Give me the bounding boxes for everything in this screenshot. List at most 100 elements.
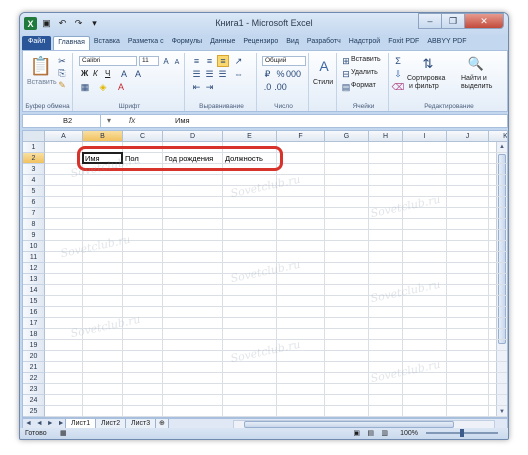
restore-button[interactable]: ❐ [441,13,465,29]
row-header-2[interactable]: 2 [23,153,45,164]
bold-button[interactable]: Ж [81,69,88,78]
grow-font-a-icon[interactable]: A [119,69,129,79]
delete-cells-icon[interactable]: ⊟ [341,69,351,79]
tab-view[interactable]: Вид [282,36,303,50]
row-header-19[interactable]: 19 [23,340,45,351]
format-painter-icon[interactable]: ✎ [57,80,67,90]
row-header-23[interactable]: 23 [23,384,45,395]
wrap-text-icon[interactable]: ≡ [217,55,229,67]
tab-home[interactable]: Главная [53,36,90,50]
row-header-17[interactable]: 17 [23,318,45,329]
fill-color-icon[interactable]: ◈ [97,82,109,92]
tab-addins[interactable]: Надстрой [345,36,384,50]
scroll-up-icon[interactable]: ▲ [497,142,507,152]
row-header-10[interactable]: 10 [23,241,45,252]
row-header-7[interactable]: 7 [23,208,45,219]
tab-foxit-pdf[interactable]: Foxit PDF [384,36,423,50]
row-header-15[interactable]: 15 [23,296,45,307]
currency-icon[interactable]: ₽ [262,69,273,79]
italic-button[interactable]: К [93,69,98,78]
normal-view-icon[interactable]: ▣ [353,428,360,439]
paste-icon[interactable]: 📋 [29,55,53,77]
zoom-slider-knob[interactable] [460,429,464,437]
format-cells-label[interactable]: Формат [351,82,376,89]
column-header-g[interactable]: G [325,131,369,142]
row-header-12[interactable]: 12 [23,263,45,274]
row-header-5[interactable]: 5 [23,186,45,197]
minimize-button[interactable]: – [418,13,442,29]
underline-button[interactable]: Ч [105,69,110,78]
paste-label[interactable]: Вставить [27,79,57,86]
find-select-icon[interactable]: 🔍 [467,55,485,73]
tab-file[interactable]: Файл [22,36,52,50]
shrink-font-a-icon[interactable]: A [133,69,143,79]
column-header-j[interactable]: J [447,131,489,142]
filter-label[interactable]: и фильтр [409,83,439,90]
insert-cells-label[interactable]: Вставить [351,56,381,63]
increase-indent-icon[interactable]: ⇥ [204,82,215,92]
close-button[interactable]: ✕ [464,13,504,29]
zoom-level[interactable]: 100% [400,428,418,439]
row-header-9[interactable]: 9 [23,230,45,241]
styles-icon[interactable]: A [315,57,333,75]
column-header-a[interactable]: A [45,131,83,142]
row-header-6[interactable]: 6 [23,197,45,208]
font-color-icon[interactable]: A [115,82,127,92]
font-size-combo[interactable]: 11 [139,56,159,66]
page-break-view-icon[interactable]: ▥ [381,428,388,439]
column-header-k[interactable]: K [489,131,507,142]
decrease-indent-icon[interactable]: ⇤ [191,82,202,92]
find-label[interactable]: Найти и [461,75,487,82]
fill-icon[interactable]: ⇩ [393,69,403,79]
autosum-icon[interactable]: Σ [393,56,403,66]
tab-insert[interactable]: Вставка [90,36,124,50]
tab-review[interactable]: Рецензиро [239,36,282,50]
borders-icon[interactable]: ▦ [79,82,91,92]
column-header-d[interactable]: D [163,131,223,142]
row-header-1[interactable]: 1 [23,142,45,153]
row-header-24[interactable]: 24 [23,395,45,406]
align-middle-icon[interactable]: ≡ [204,56,215,66]
sort-filter-icon[interactable]: ⇅ [419,55,437,73]
row-header-13[interactable]: 13 [23,274,45,285]
styles-label[interactable]: Стили [313,79,333,86]
shrink-font-icon[interactable]: A [172,57,182,67]
row-header-11[interactable]: 11 [23,252,45,263]
format-cells-icon[interactable]: ▤ [341,82,351,92]
row-header-16[interactable]: 16 [23,307,45,318]
vertical-scroll-thumb[interactable] [498,154,506,344]
zoom-slider[interactable] [426,429,498,437]
page-layout-view-icon[interactable]: ▤ [367,428,374,439]
column-header-h[interactable]: H [369,131,403,142]
insert-cells-icon[interactable]: ⊞ [341,56,351,66]
grow-font-icon[interactable]: A [161,56,171,66]
font-name-combo[interactable]: Calibri [79,56,137,66]
tab-developer[interactable]: Разработч [303,36,345,50]
formula-cancel-icon[interactable]: ▾ [107,115,111,127]
tab-data[interactable]: Данные [206,36,239,50]
row-header-20[interactable]: 20 [23,351,45,362]
column-header-c[interactable]: C [123,131,163,142]
percent-icon[interactable]: % [275,69,286,79]
orientation-icon[interactable]: ↗ [233,56,244,66]
column-header-b[interactable]: B [83,131,123,142]
column-header-e[interactable]: E [223,131,277,142]
align-right-icon[interactable]: ☰ [217,69,228,79]
merge-icon[interactable]: ⇔ [233,69,244,79]
row-header-14[interactable]: 14 [23,285,45,296]
row-header-21[interactable]: 21 [23,362,45,373]
tab-formulas[interactable]: Формулы [168,36,206,50]
align-left-icon[interactable]: ☰ [191,69,202,79]
column-header-i[interactable]: I [403,131,447,142]
sort-label[interactable]: Сортировка [407,75,445,82]
cut-icon[interactable]: ✂ [57,56,67,66]
number-format-combo[interactable]: Общий [262,56,306,66]
row-header-22[interactable]: 22 [23,373,45,384]
row-header-18[interactable]: 18 [23,329,45,340]
tab-page-layout[interactable]: Разметка с [124,36,168,50]
select-all-corner[interactable] [23,131,45,142]
horizontal-scroll-thumb[interactable] [244,421,454,428]
formula-input[interactable]: Имя [175,115,190,127]
delete-cells-label[interactable]: Удалить [351,69,378,76]
row-header-3[interactable]: 3 [23,164,45,175]
